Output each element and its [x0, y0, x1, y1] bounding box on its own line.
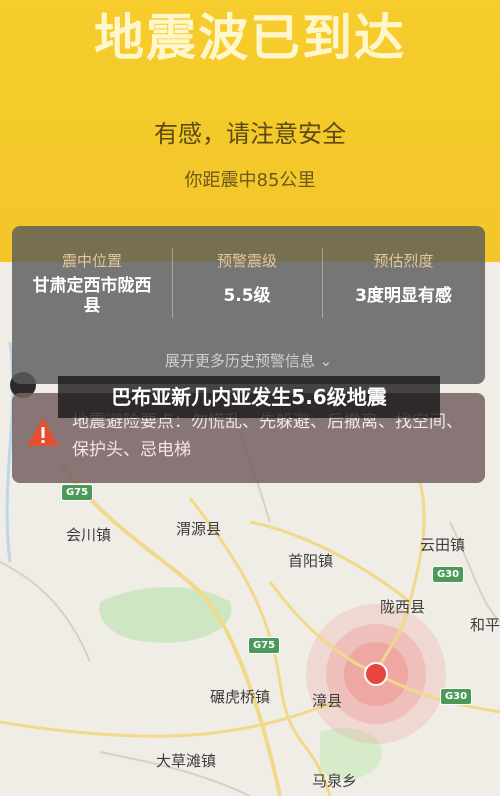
epicenter-column: 震中位置 甘肃定西市陇西县	[12, 226, 172, 336]
map-place: 云田镇	[420, 536, 466, 554]
map-place: 首阳镇	[288, 552, 334, 570]
map-place: 碾虎桥镇	[210, 688, 271, 706]
map-place: 会川镇	[66, 526, 112, 544]
alert-title: 地震波已到达	[94, 9, 406, 67]
epicenter-value: 甘肃定西市陇西县	[32, 276, 152, 316]
road-shield: G75	[61, 484, 93, 501]
map-place: 大草滩镇	[156, 752, 217, 770]
intensity-value: 3度明显有感	[355, 286, 452, 306]
road-shield: G75	[248, 637, 280, 654]
magnitude-value: 5.5级	[223, 286, 271, 306]
warning-icon	[27, 418, 59, 446]
quake-info-card: 震中位置 甘肃定西市陇西县 预警震级 5.5级 预估烈度 3度明显有感 展开更多…	[12, 226, 485, 384]
map-place: 漳县	[312, 692, 343, 710]
magnitude-label: 预警震级	[216, 252, 277, 270]
intensity-column: 预估烈度 3度明显有感	[322, 226, 485, 336]
map-place: 陇西县	[380, 598, 426, 616]
expand-history-link[interactable]: 展开更多历史预警信息 ⌄	[12, 350, 485, 371]
road-shield: G30	[432, 566, 464, 583]
epicenter-marker	[364, 662, 388, 686]
map-place: 渭源县	[176, 520, 222, 538]
alert-header: 地震波已到达 有感，请注意安全 你距震中85公里	[0, 0, 500, 262]
chevron-down-icon: ⌄	[319, 352, 333, 370]
map-place: 马泉乡	[312, 772, 358, 790]
road-shield: G30	[440, 688, 472, 705]
magnitude-column: 预警震级 5.5级	[172, 226, 322, 336]
news-caption: 巴布亚新几内亚发生5.6级地震	[58, 376, 440, 418]
epicenter-label: 震中位置	[61, 252, 122, 270]
expand-history-label: 展开更多历史预警信息	[164, 352, 315, 370]
distance-text: 你距震中85公里	[184, 170, 316, 191]
alert-subtitle: 有感，请注意安全	[154, 120, 346, 148]
intensity-label: 预估烈度	[373, 252, 434, 270]
map-place: 和平	[470, 616, 500, 634]
